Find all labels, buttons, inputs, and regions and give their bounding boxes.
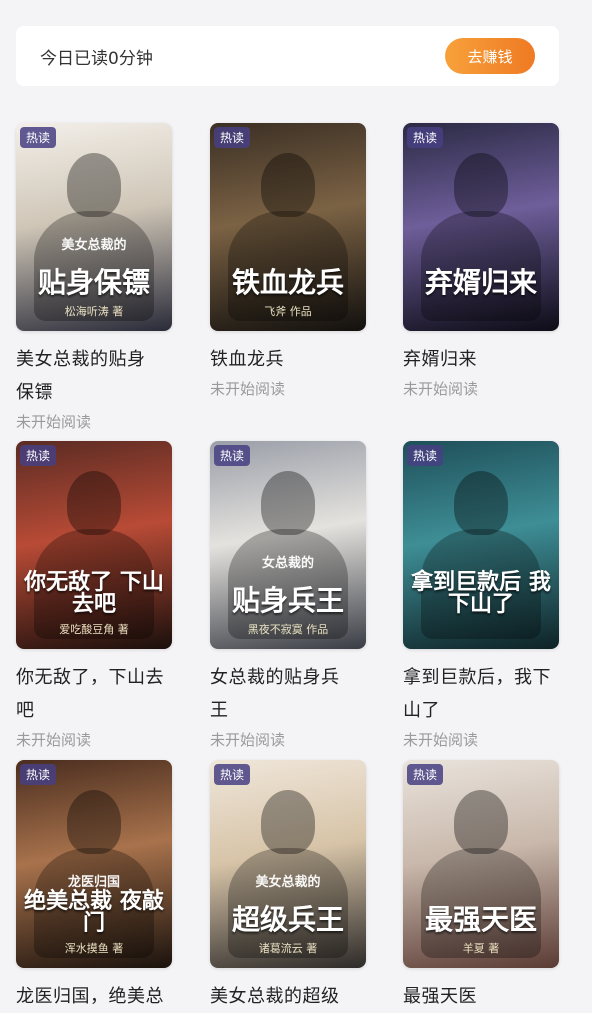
- book-title[interactable]: 龙医归国，绝美总: [16, 980, 172, 1013]
- cover-figure: [454, 790, 508, 854]
- book-card[interactable]: 热读美女总裁的贴身保镖松海听涛 著美女总裁的贴身 保镖未开始阅读: [16, 123, 172, 433]
- book-title[interactable]: 最强天医: [403, 980, 559, 1013]
- hot-badge: 热读: [20, 127, 57, 148]
- reading-status: 未开始阅读: [403, 380, 479, 398]
- book-card[interactable]: 热读 弃婿归来 弃婿归来 未开始阅读: [403, 123, 559, 400]
- cover-figure: [67, 153, 121, 217]
- cover-author: 浑水摸鱼 著: [64, 942, 124, 955]
- cover-figure: [261, 153, 315, 217]
- book-cover-image[interactable]: 热读最强天医羊夏 著: [403, 760, 559, 968]
- book-title[interactable]: 弃婿归来: [403, 343, 559, 376]
- book-card[interactable]: 热读美女总裁的超级兵王诸葛流云 著美女总裁的超级: [210, 760, 366, 1013]
- cover-title-text: 弃婿归来: [424, 266, 537, 299]
- book-cover-image[interactable]: 热读美女总裁的贴身保镖松海听涛 著: [16, 123, 172, 331]
- hot-badge: 热读: [407, 445, 444, 466]
- hot-badge: 热读: [214, 127, 251, 148]
- cover-title-text: 贴身保镖: [37, 266, 150, 299]
- book-cover-image[interactable]: 热读你无敌了 下山去吧爱吃酸豆角 著: [16, 441, 172, 649]
- cover-author: 飞斧 作品: [264, 305, 312, 318]
- book-card[interactable]: 热读女总裁的贴身兵王黑夜不寂寞 作品女总裁的贴身兵 王未开始阅读: [210, 441, 366, 751]
- book-cover-image[interactable]: 热读美女总裁的超级兵王诸葛流云 著: [210, 760, 366, 968]
- cover-subtitle: 美女总裁的: [61, 238, 127, 253]
- cover-author: 黑夜不寂寞 作品: [247, 623, 329, 636]
- reading-status: 未开始阅读: [16, 413, 92, 431]
- book-title[interactable]: 美女总裁的贴身 保镖: [16, 343, 172, 409]
- cover-author: 诸葛流云 著: [258, 942, 318, 955]
- cover-author: 羊夏 著: [462, 942, 500, 955]
- cover-author: 松海听涛 著: [64, 305, 124, 318]
- cover-author: 爱吃酸豆角 著: [59, 623, 129, 636]
- cover-title-text: 贴身兵王: [231, 584, 344, 617]
- book-cover-image[interactable]: 热读弃婿归来: [403, 123, 559, 331]
- cover-figure: [67, 790, 121, 854]
- cover-figure: [454, 471, 508, 535]
- book-card[interactable]: 热读 铁血龙兵 飞斧 作品 铁血龙兵 未开始阅读: [210, 123, 366, 400]
- cover-title-text: 铁血龙兵: [231, 266, 344, 299]
- book-title[interactable]: 美女总裁的超级: [210, 980, 366, 1013]
- cover-figure: [261, 471, 315, 535]
- cover-title-text: 你无敌了 下山去吧: [24, 569, 164, 617]
- book-cover-image[interactable]: 热读铁血龙兵飞斧 作品: [210, 123, 366, 331]
- cover-subtitle: 美女总裁的: [255, 875, 321, 890]
- hot-badge: 热读: [407, 127, 444, 148]
- earn-money-button[interactable]: 去赚钱: [445, 38, 535, 74]
- cover-figure: [261, 790, 315, 854]
- hot-badge: 热读: [214, 445, 251, 466]
- book-card[interactable]: 热读你无敌了 下山去吧爱吃酸豆角 著你无敌了，下山去 吧未开始阅读: [16, 441, 172, 751]
- cover-subtitle: 女总裁的: [261, 556, 314, 571]
- book-title[interactable]: 你无敌了，下山去 吧: [16, 661, 172, 727]
- book-title[interactable]: 拿到巨款后，我下 山了: [403, 661, 559, 727]
- cover-title-text: 拿到巨款后 我下山了: [411, 569, 551, 617]
- cover-figure: [454, 153, 508, 217]
- book-card[interactable]: 热读 龙医归国 绝美总裁 夜敲门 浑水摸鱼 著龙医归国，绝美总: [16, 760, 172, 1013]
- book-card[interactable]: 热读拿到巨款后 我下山了拿到巨款后，我下 山了未开始阅读: [403, 441, 559, 751]
- cover-title-text: 最强天医: [424, 903, 537, 936]
- book-cover-image[interactable]: 热读 龙医归国 绝美总裁 夜敲门 浑水摸鱼 著: [16, 760, 172, 968]
- cover-title-text: 超级兵王: [231, 903, 344, 936]
- reading-status: 未开始阅读: [210, 380, 286, 398]
- book-cover-image[interactable]: 热读女总裁的贴身兵王黑夜不寂寞 作品: [210, 441, 366, 649]
- reading-status: 未开始阅读: [403, 731, 479, 749]
- hot-badge: 热读: [407, 764, 444, 785]
- reading-time-text: 今日已读0分钟: [40, 48, 153, 69]
- book-card[interactable]: 热读 最强天医 羊夏 著最强天医: [403, 760, 559, 1013]
- reading-status: 未开始阅读: [210, 731, 286, 749]
- cover-figure: [67, 471, 121, 535]
- reading-banner: 今日已读0分钟 去赚钱: [16, 26, 559, 86]
- book-title[interactable]: 女总裁的贴身兵 王: [210, 661, 366, 727]
- hot-badge: 热读: [214, 764, 251, 785]
- book-title[interactable]: 铁血龙兵: [210, 343, 366, 376]
- book-cover-image[interactable]: 热读拿到巨款后 我下山了: [403, 441, 559, 649]
- cover-title-text: 绝美总裁 夜敲门: [24, 888, 164, 936]
- reading-status: 未开始阅读: [16, 731, 92, 749]
- hot-badge: 热读: [20, 445, 57, 466]
- hot-badge: 热读: [20, 764, 57, 785]
